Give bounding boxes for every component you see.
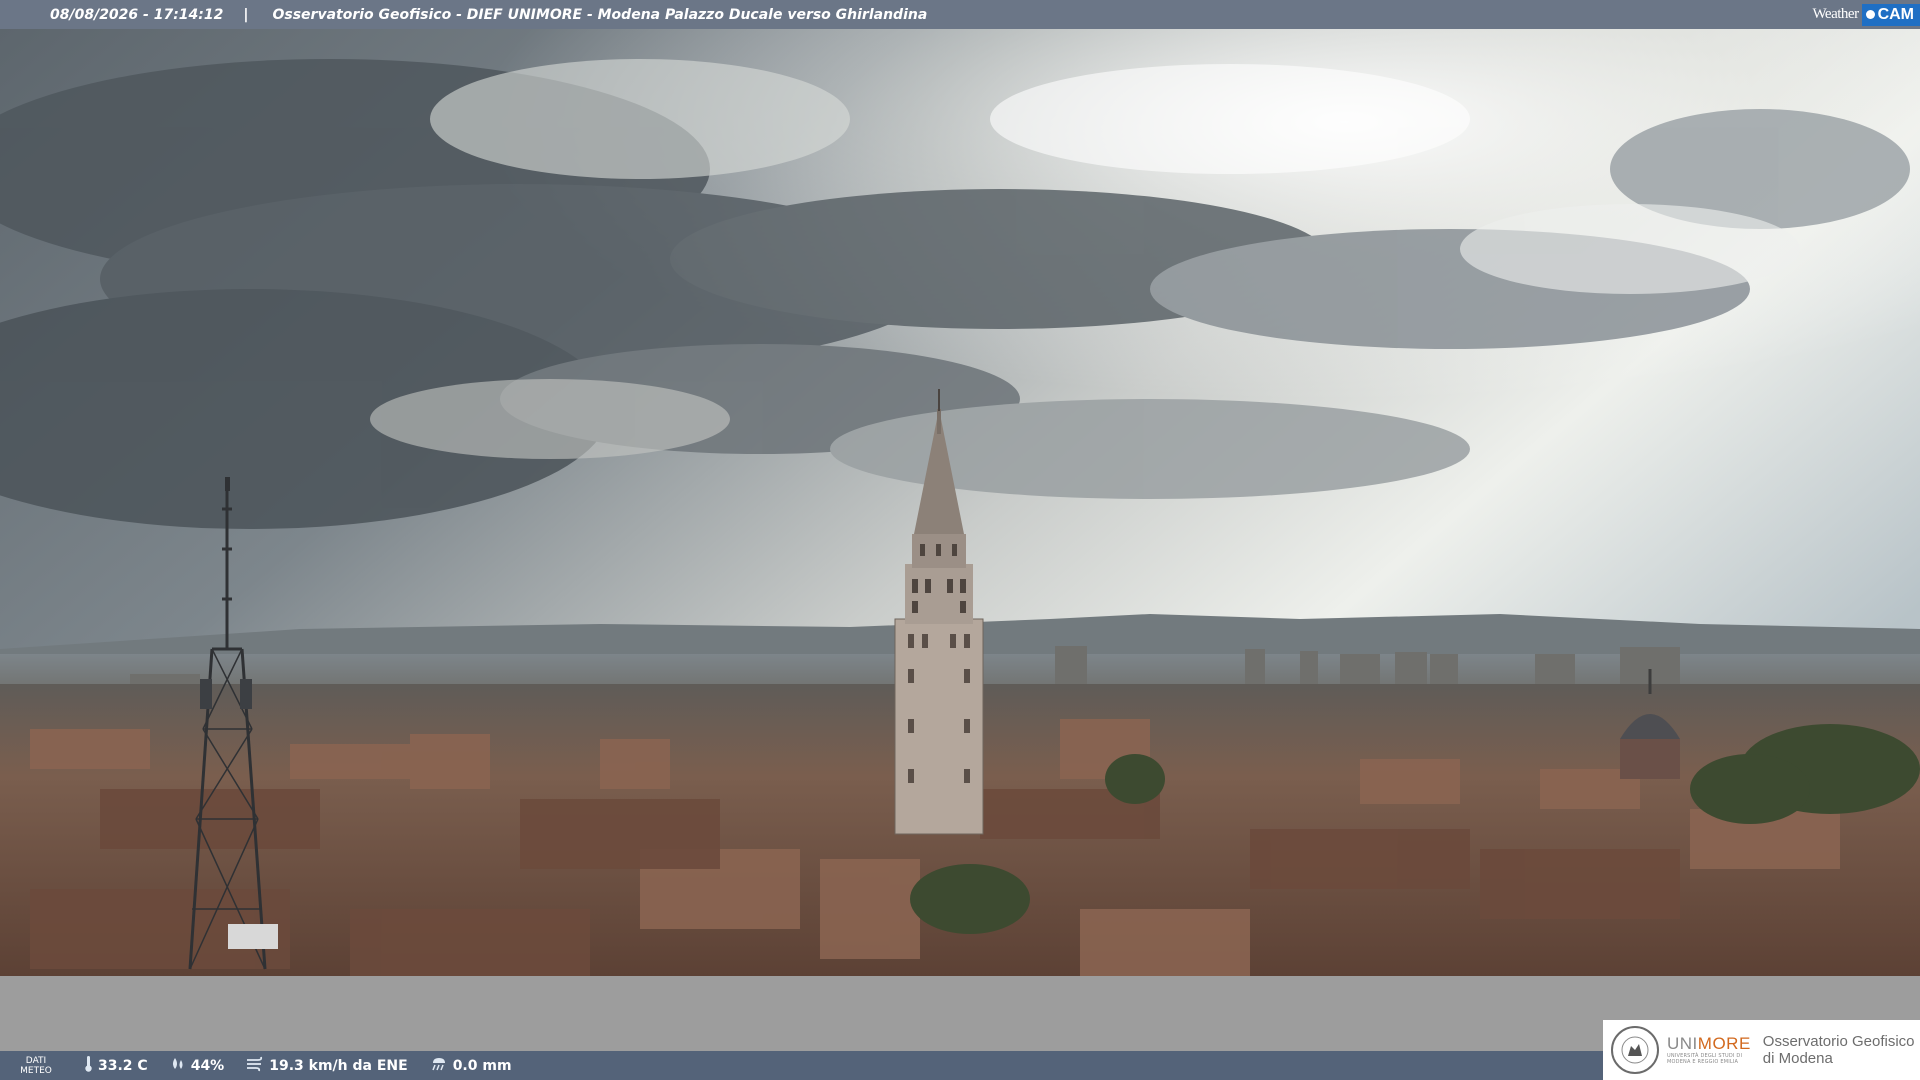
unimore-wordmark: UNIMORE UNIVERSITÀ DEGLI STUDI DI MODENA…	[1667, 1035, 1751, 1066]
unimore-brand: UNIMORE	[1667, 1035, 1751, 1053]
camera-lens-icon	[1865, 9, 1875, 19]
wind-value: 19.3 km/h da ENE	[269, 1057, 408, 1074]
top-info-bar: 08/08/2026 - 17:14:12 | Osservatorio Geo…	[0, 0, 1920, 29]
unimore-brand-more: MORE	[1697, 1034, 1751, 1053]
weathercam-logo-cam: CAM	[1861, 3, 1920, 26]
webcam-image	[0, 29, 1920, 991]
timestamp: 08/08/2026 - 17:14:12	[50, 6, 224, 23]
temperature-reading: 33.2 C	[84, 1055, 148, 1076]
temperature-value: 33.2 C	[98, 1057, 148, 1074]
camera-caption: Osservatorio Geofisico - DIEF UNIMORE - …	[272, 6, 928, 23]
dati-label-line1: DATI	[25, 1055, 47, 1066]
observatory-title-line2: di Modena	[1762, 1050, 1833, 1067]
dati-label-line2: METEO	[20, 1065, 52, 1076]
rain-value: 0.0 mm	[452, 1057, 512, 1074]
wind-reading: 19.3 km/h da ENE	[246, 1056, 408, 1076]
separator: |	[243, 6, 249, 23]
humidity-reading: 44%	[170, 1057, 225, 1075]
weathercam-logo-cam-text: CAM	[1877, 5, 1914, 23]
university-seal-icon	[1611, 1026, 1659, 1074]
observatory-title-line1: Osservatorio Geofisico	[1762, 1033, 1915, 1050]
webcam-frame: 08/08/2026 - 17:14:12 | Osservatorio Geo…	[0, 0, 1920, 1080]
unimore-brand-uni: UNI	[1667, 1034, 1698, 1053]
grey-bottom-band-notch	[1088, 976, 1920, 992]
humidity-drop-icon	[170, 1057, 186, 1075]
humidity-value: 44%	[190, 1057, 225, 1074]
wind-icon	[246, 1056, 264, 1076]
cityscape-illustration	[0, 29, 1920, 991]
observatory-title: Osservatorio Geofisico di Modena	[1763, 1033, 1915, 1067]
thermometer-icon	[84, 1055, 93, 1076]
rain-reading: 0.0 mm	[430, 1056, 512, 1076]
rain-icon	[430, 1056, 448, 1076]
unimore-logo-box: UNIMORE UNIVERSITÀ DEGLI STUDI DI MODENA…	[1603, 1020, 1920, 1080]
dati-meteo-label: DATI METEO	[10, 1056, 62, 1076]
unimore-subtitle-line2: MODENA E REGGIO EMILIA	[1667, 1059, 1739, 1065]
weathercam-logo: Weather CAM	[1812, 0, 1920, 29]
weathercam-logo-weather: Weather	[1812, 6, 1859, 22]
